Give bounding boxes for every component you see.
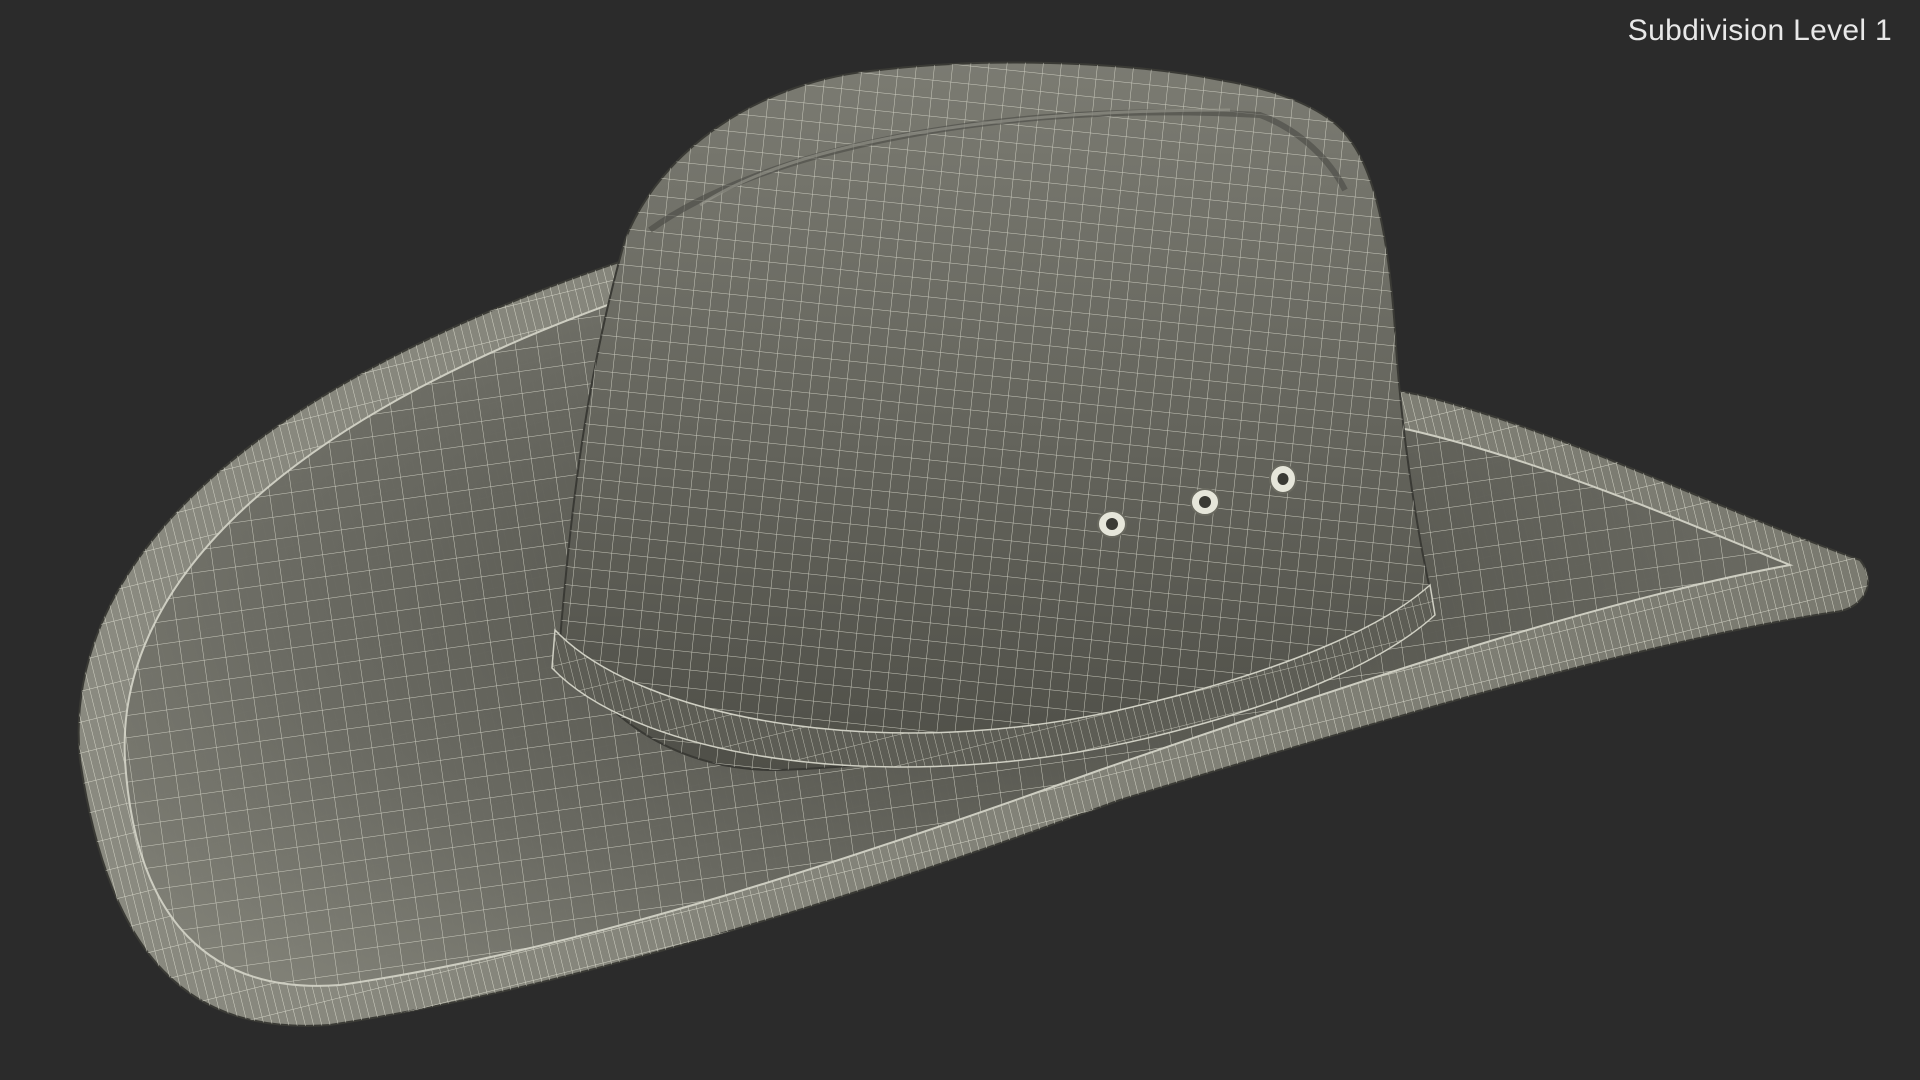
hat-wireframe-render	[77, 61, 1870, 1027]
subdivision-level-label: Subdivision Level 1	[1627, 14, 1892, 47]
eyelet-icon	[1097, 510, 1127, 538]
eyelet-icon	[1190, 488, 1220, 516]
3d-viewport[interactable]: Subdivision Level 1	[0, 0, 1920, 1080]
eyelet-icon	[1269, 464, 1297, 494]
